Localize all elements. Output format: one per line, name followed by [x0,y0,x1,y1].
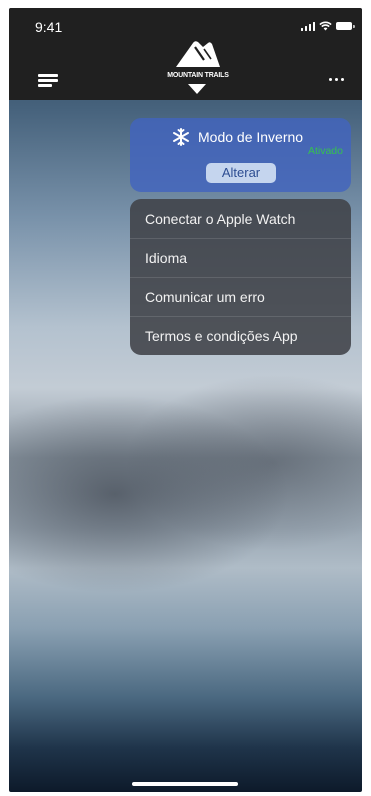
logo-dropdown-arrow-icon [188,84,206,94]
winter-mode-status: Ativado [307,145,343,157]
menu-item-label: Conectar o Apple Watch [145,211,296,227]
home-indicator[interactable] [132,782,238,786]
winter-mode-title: Modo de Inverno [198,129,304,145]
menu-item-label: Idioma [145,250,188,266]
change-winter-mode-button[interactable]: Alterar [206,163,276,183]
options-dropdown-menu: Conectar o Apple Watch Idioma Comunicar … [130,199,351,355]
menu-item-terms-conditions[interactable]: Termos e condições App [130,316,351,355]
menu-item-label: Termos e condições App [145,328,298,344]
snowflake-icon [173,128,189,146]
status-time: 9:41 [35,19,63,35]
hamburger-menu-icon[interactable] [38,74,58,87]
wifi-icon [319,21,332,31]
menu-item-label: Comunicar um erro [145,289,265,305]
menu-item-language[interactable]: Idioma [130,238,351,278]
more-horizontal-icon[interactable] [329,78,344,81]
battery-icon [336,22,355,30]
menu-item-connect-apple-watch[interactable]: Conectar o Apple Watch [130,199,351,239]
app-screen: 9:41 MOUNTAIN TRAILS Modo de Inverno Ati… [9,8,362,792]
menu-item-report-error[interactable]: Comunicar um erro [130,277,351,317]
top-bar: 9:41 MOUNTAIN TRAILS [9,8,362,100]
status-icons [300,21,355,31]
winter-mode-card: Modo de Inverno Ativado Alterar [130,118,351,192]
mountain-logo-icon [176,41,220,67]
cellular-signal-icon [300,21,315,31]
mountain-trails-logo[interactable]: MOUNTAIN TRAILS [164,37,232,101]
logo-text: MOUNTAIN TRAILS [167,72,229,79]
